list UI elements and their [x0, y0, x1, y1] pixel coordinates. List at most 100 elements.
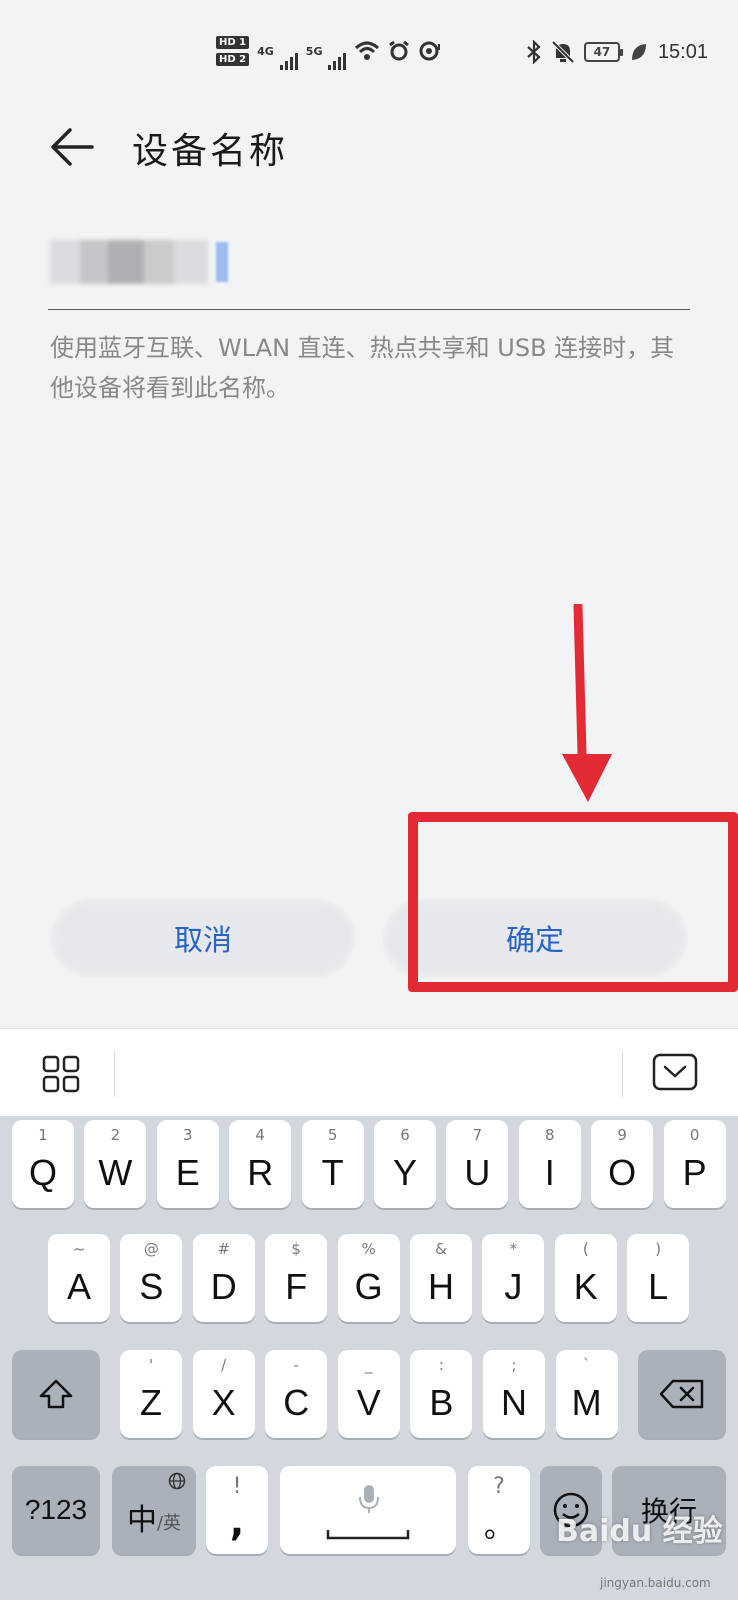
period-key[interactable]: ? 。	[468, 1466, 530, 1554]
key-letter: Y	[392, 1152, 417, 1193]
key-hint: '	[148, 1356, 154, 1374]
key-letter: A	[66, 1266, 91, 1307]
key-letter: S	[139, 1266, 164, 1307]
key-w[interactable]: 2W	[84, 1120, 147, 1208]
key-hint: $	[291, 1240, 301, 1258]
backspace-key[interactable]	[638, 1350, 726, 1438]
key-hint: 0	[689, 1126, 700, 1144]
key-g[interactable]: % G	[337, 1234, 400, 1322]
key-letter: L	[648, 1266, 669, 1307]
shift-key[interactable]	[12, 1350, 100, 1438]
collapse-keyboard-icon[interactable]	[652, 1053, 698, 1091]
grid-menu-icon[interactable]	[42, 1055, 80, 1093]
key-letter: U	[464, 1152, 491, 1193]
cancel-button[interactable]: 取消	[50, 898, 356, 978]
key-letter: E	[175, 1152, 200, 1193]
key-r[interactable]: 4R	[229, 1120, 292, 1208]
key-hint: -	[293, 1356, 299, 1374]
key-b[interactable]: :B	[410, 1350, 473, 1438]
key-hint: 4	[255, 1126, 265, 1144]
device-name-input[interactable]	[48, 226, 690, 310]
key-hint: _	[365, 1356, 373, 1374]
sim2-badge: HD 2	[216, 53, 250, 66]
key-letter: T	[321, 1152, 344, 1193]
key-hint: `	[582, 1356, 591, 1374]
key-hint: :	[438, 1356, 444, 1374]
annotation-arrow	[562, 604, 612, 802]
microphone-icon	[359, 1485, 379, 1513]
key-p[interactable]: 0P	[663, 1120, 726, 1208]
key-letter: N	[501, 1382, 527, 1423]
name-description: 使用蓝牙互联、WLAN 直连、热点共享和 USB 连接时，其他设备将看到此名称。	[50, 334, 675, 402]
key-hint: (	[582, 1240, 589, 1258]
key-o[interactable]: 9O	[591, 1120, 654, 1208]
key-letter: Q	[28, 1152, 57, 1193]
network1-label: 4G	[257, 44, 274, 58]
key-hint: %	[361, 1240, 376, 1258]
key-letter: K	[573, 1266, 598, 1307]
key-letter: D	[210, 1266, 237, 1307]
key-s[interactable]: @ S	[120, 1234, 183, 1322]
key-v[interactable]: _ V	[337, 1350, 400, 1438]
key-hint: @	[143, 1240, 159, 1258]
key-hint: /	[221, 1356, 227, 1374]
key-d[interactable]: # D	[192, 1234, 255, 1322]
toolbar-divider	[114, 1051, 115, 1097]
comma-key[interactable]: ! ,	[206, 1466, 268, 1554]
language-switch-key[interactable]: 中/英	[112, 1466, 196, 1554]
key-letter: V	[356, 1382, 381, 1423]
wifi-icon	[355, 41, 380, 60]
key-letter: G	[354, 1266, 383, 1307]
key-n[interactable]: ; N	[483, 1350, 545, 1438]
key-x[interactable]: / X	[192, 1350, 255, 1438]
battery-icon: 47	[583, 42, 623, 62]
key-hint: 6	[400, 1126, 410, 1144]
sim1-badge: HD 1	[216, 36, 250, 49]
key-q[interactable]: 1Q	[12, 1120, 74, 1208]
clock: 15:01	[657, 40, 708, 63]
key-hint: 3	[183, 1126, 193, 1144]
key-hint: ;	[511, 1356, 517, 1374]
shift-icon	[39, 1379, 73, 1409]
key-letter: P	[682, 1152, 707, 1193]
key-k[interactable]: (K	[554, 1234, 617, 1322]
key-j[interactable]: * J	[482, 1234, 545, 1322]
text-cursor	[216, 242, 228, 282]
key-letter: F	[285, 1266, 308, 1307]
baidu-watermark-logo: Baidu 经验	[556, 1514, 723, 1549]
key-a[interactable]: ~ A	[48, 1234, 110, 1322]
key-letter: X	[211, 1382, 236, 1423]
back-button[interactable]	[46, 120, 100, 174]
key-hint: 5	[327, 1126, 338, 1144]
lang-sub-label: /英	[156, 1513, 182, 1534]
key-c[interactable]: -C	[265, 1350, 328, 1438]
key-letter: Z	[140, 1382, 162, 1423]
space-key[interactable]	[280, 1466, 456, 1554]
key-letter: J	[504, 1266, 523, 1307]
key-t[interactable]: 5T	[301, 1120, 364, 1208]
hotspot-icon	[419, 41, 441, 61]
key-m[interactable]: ` M	[555, 1350, 618, 1438]
key-letter: M	[571, 1382, 602, 1423]
key-letter: I	[544, 1152, 555, 1193]
key-letter: C	[283, 1382, 310, 1423]
key-letter: H	[428, 1266, 454, 1307]
key-h[interactable]: & H	[410, 1234, 472, 1322]
sim-indicators: HD 1 HD 2	[216, 36, 250, 66]
key-e[interactable]: 3E	[156, 1120, 219, 1208]
key-hint: 8	[545, 1126, 555, 1144]
network2-label: 5G	[305, 44, 323, 58]
symbols-key[interactable]: ?123	[12, 1466, 100, 1554]
key-u[interactable]: 7U	[446, 1120, 509, 1208]
space-bar-icon	[326, 1530, 410, 1540]
signal-icon-2: 5G	[305, 44, 347, 70]
key-f[interactable]: $ F	[265, 1234, 328, 1322]
key-z[interactable]: ' Z	[120, 1350, 182, 1438]
key-y[interactable]: 6Y	[374, 1120, 436, 1208]
key-l[interactable]: ) L	[627, 1234, 690, 1322]
key-hint: ~	[72, 1240, 86, 1258]
key-i[interactable]: 8I	[518, 1120, 581, 1208]
key-hint: #	[217, 1240, 231, 1258]
blurred-device-name	[50, 240, 220, 284]
key-hint: )	[655, 1240, 662, 1258]
